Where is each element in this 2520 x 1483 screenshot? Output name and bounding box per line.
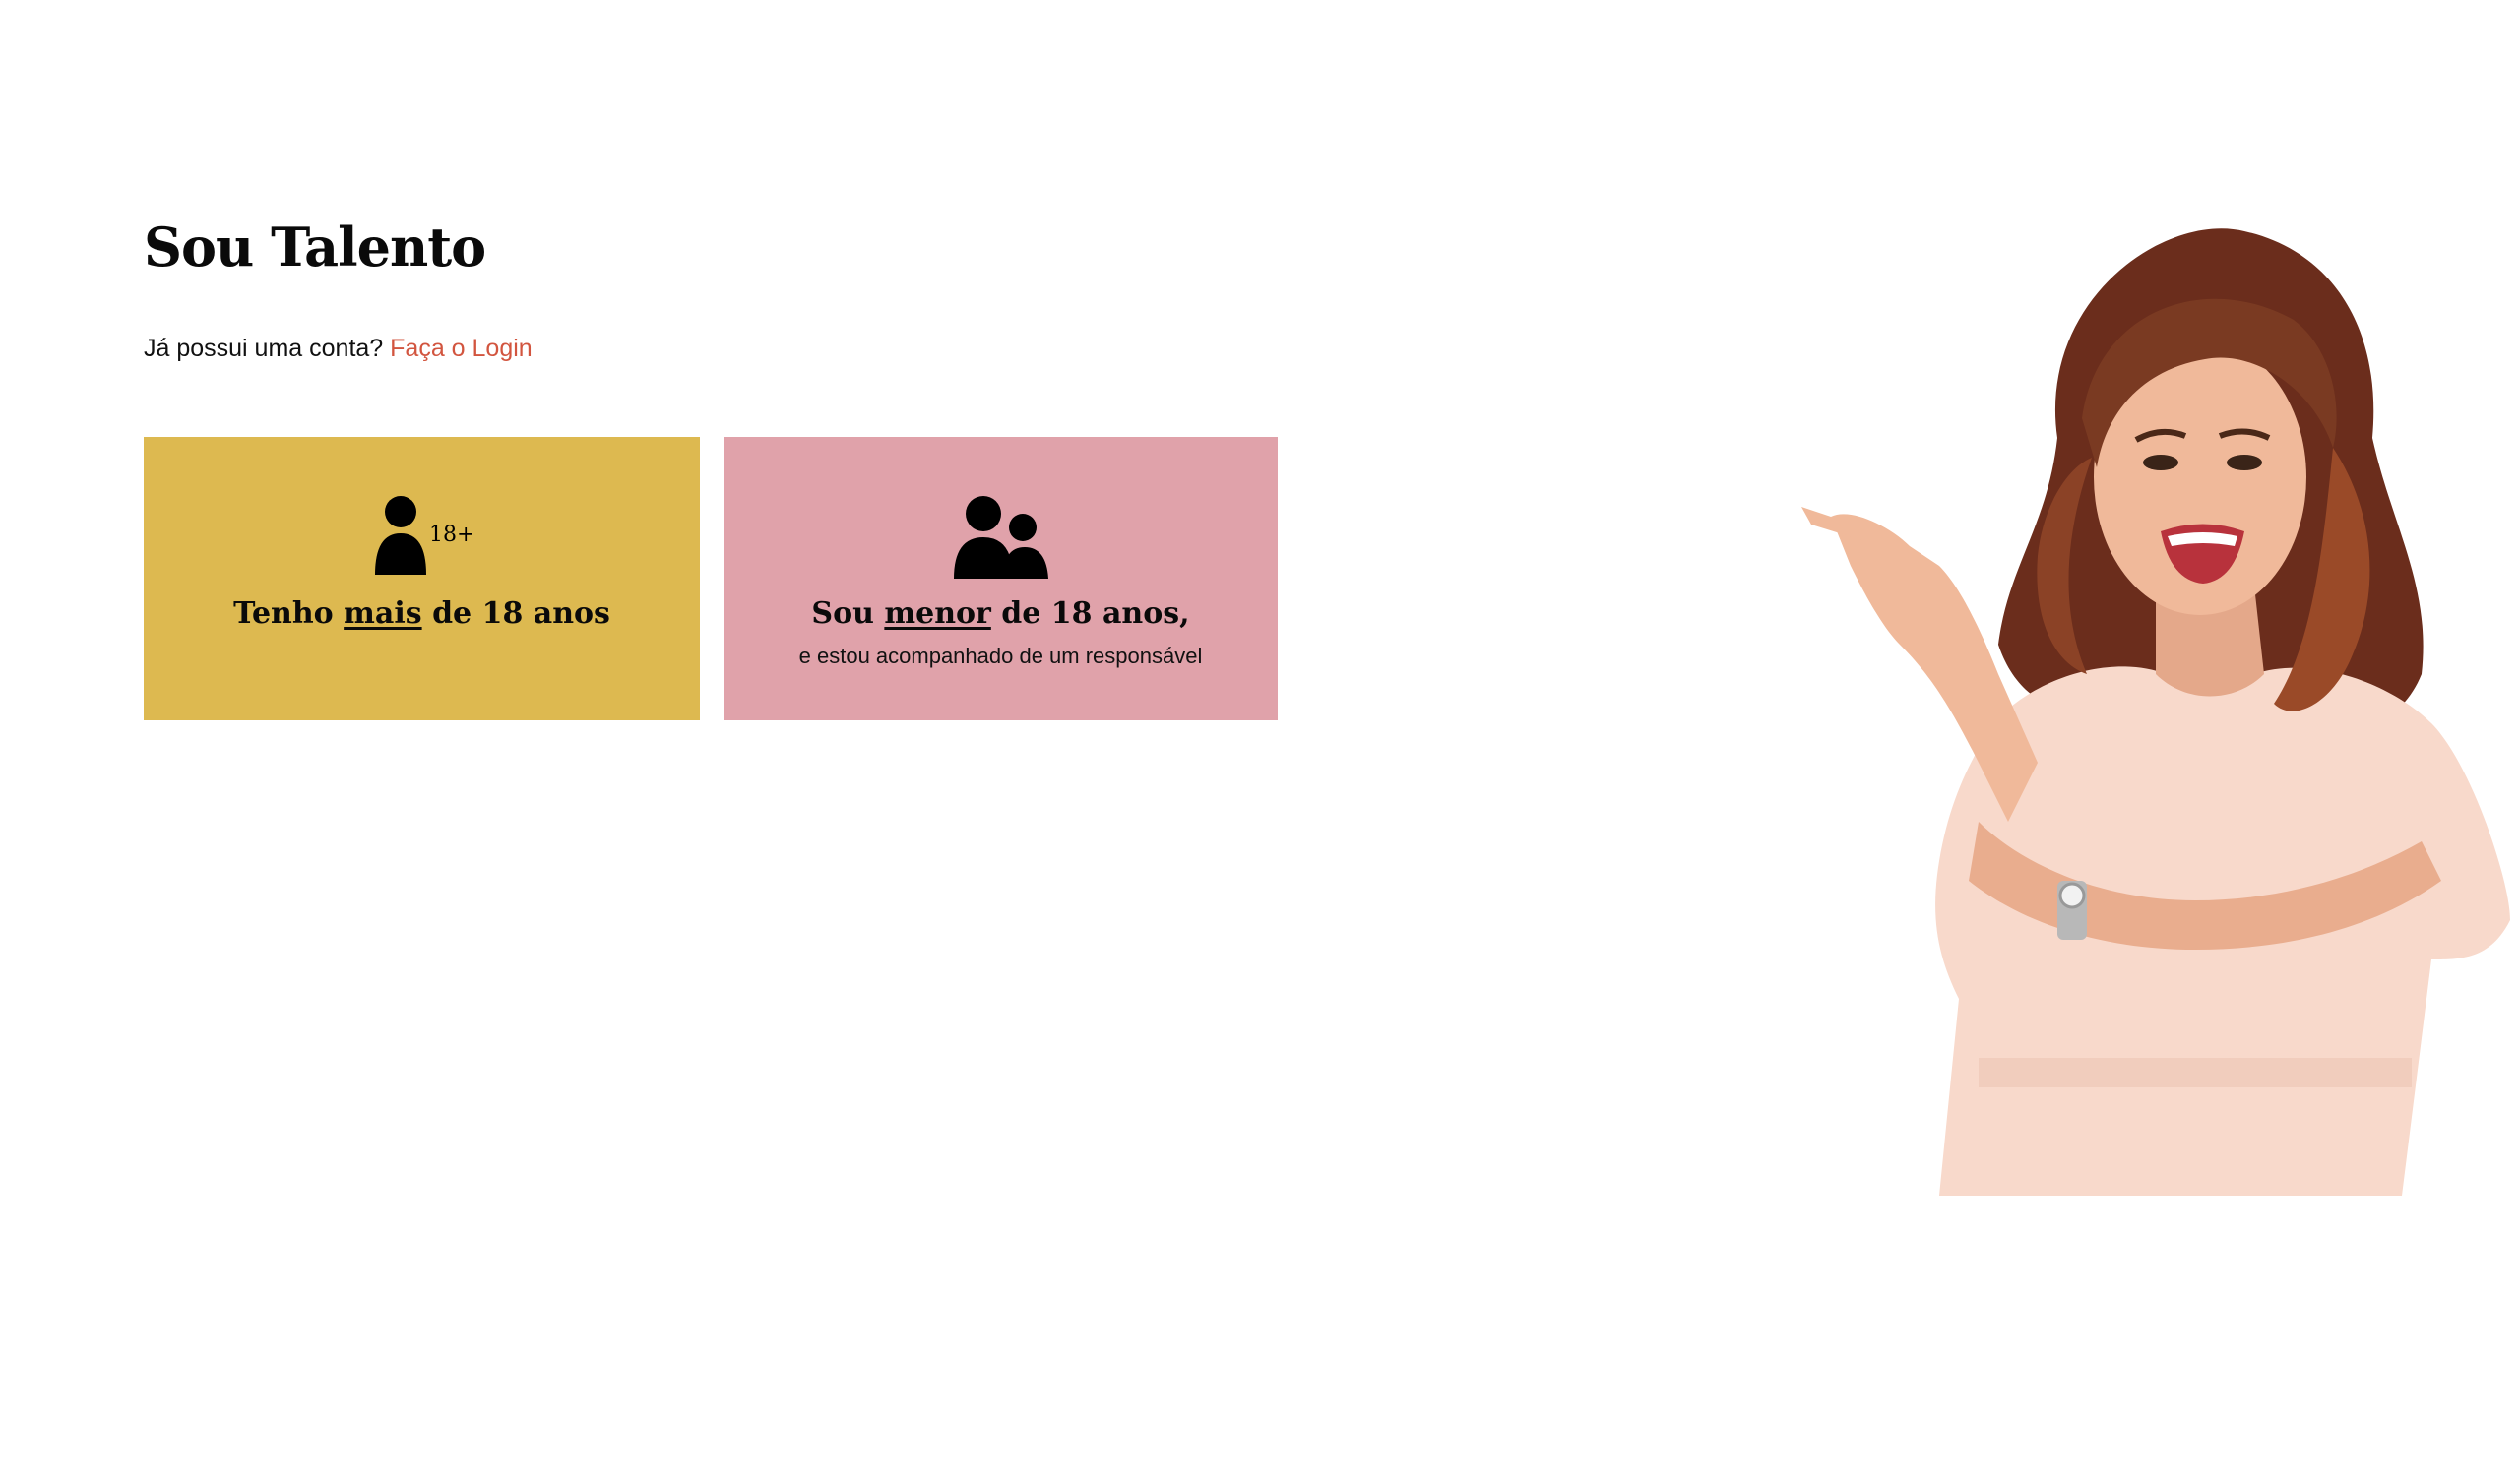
- login-prompt: Já possui uma conta? Faça o Login: [144, 334, 533, 363]
- under-18-subtitle: e estou acompanhado de um responsável: [798, 644, 1203, 668]
- age-badge: 18+: [429, 523, 472, 547]
- page-title: Sou Talento: [144, 216, 486, 278]
- under-18-option-card[interactable]: Sou menor de 18 anos, e estou acompanhad…: [724, 437, 1278, 720]
- person-18plus-icon: 18+: [373, 496, 472, 575]
- adult-with-child-icon: [952, 496, 1050, 579]
- over-18-option-card[interactable]: 18+ Tenho mais de 18 anos: [144, 437, 700, 720]
- login-prompt-text: Já possui uma conta?: [144, 335, 384, 362]
- under-18-title: Sou menor de 18 anos,: [811, 596, 1190, 631]
- login-link[interactable]: Faça o Login: [390, 335, 533, 362]
- over-18-title: Tenho mais de 18 anos: [233, 596, 610, 631]
- hero-woman-image: [1742, 212, 2520, 1196]
